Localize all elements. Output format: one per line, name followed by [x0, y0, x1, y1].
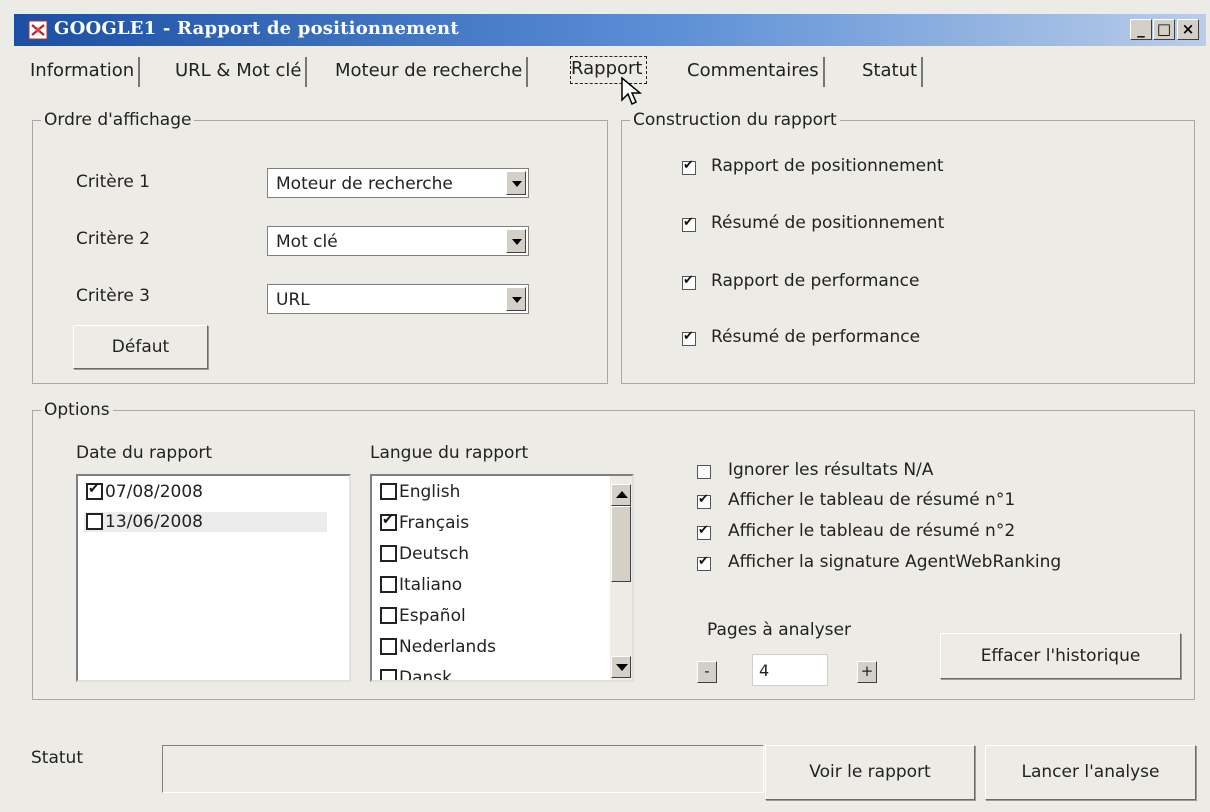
pages-decrement-button[interactable]: - — [697, 661, 717, 683]
signature-label: Afficher la signature AgentWebRanking — [728, 552, 1062, 572]
window-title: GOOGLE1 - Rapport de positionnement — [54, 18, 459, 39]
date-checkbox[interactable] — [86, 513, 103, 530]
summary-table-1-checkbox[interactable] — [697, 492, 711, 509]
language-checkbox[interactable] — [380, 545, 397, 562]
scroll-thumb[interactable] — [611, 506, 631, 582]
tab-information[interactable]: Information — [30, 57, 141, 87]
minimize-button[interactable]: _ — [1130, 19, 1152, 40]
pages-value: 4 — [759, 661, 770, 680]
report-date-label: Date du rapport — [76, 443, 213, 463]
summary-table-1-label: Afficher le tableau de résumé n°1 — [728, 490, 1016, 510]
criterion-1-label: Critère 1 — [76, 172, 151, 192]
chevron-down-icon[interactable] — [506, 287, 526, 311]
list-item[interactable]: 13/06/2008 — [84, 512, 327, 532]
pages-input[interactable]: 4 — [752, 654, 828, 686]
criterion-3-value: URL — [276, 290, 310, 310]
criterion-1-select[interactable]: Moteur de recherche — [267, 168, 529, 198]
report-positioning-label: Rapport de positionnement — [711, 156, 944, 176]
criterion-3-label: Critère 3 — [76, 286, 151, 306]
criterion-3-select[interactable]: URL — [267, 284, 529, 314]
language-checkbox[interactable] — [380, 483, 397, 500]
list-item[interactable]: English — [380, 482, 460, 502]
language-checkbox[interactable] — [380, 638, 397, 655]
list-item[interactable]: Nederlands — [380, 637, 496, 657]
summary-positioning-checkbox[interactable] — [682, 215, 696, 232]
title-bar[interactable]: GOOGLE1 - Rapport de positionnement _ □ … — [14, 14, 1206, 46]
status-field — [162, 745, 764, 793]
list-item[interactable]: Français — [380, 512, 469, 533]
report-date-list[interactable]: 07/08/2008 13/06/2008 — [76, 474, 351, 682]
tab-status[interactable]: Statut — [862, 57, 924, 87]
report-performance-label: Rapport de performance — [711, 271, 920, 291]
pages-increment-button[interactable]: + — [857, 661, 877, 683]
close-button[interactable]: × — [1177, 19, 1199, 40]
chevron-down-icon[interactable] — [506, 171, 526, 195]
tab-comments[interactable]: Commentaires — [687, 57, 825, 87]
mouse-cursor-icon — [621, 76, 643, 106]
report-positioning-checkbox[interactable] — [682, 158, 696, 175]
language-checkbox[interactable] — [380, 576, 397, 593]
tab-search-engine[interactable]: Moteur de recherche — [335, 57, 529, 87]
list-item[interactable]: Deutsch — [380, 544, 469, 564]
date-checkbox[interactable] — [86, 481, 103, 500]
criterion-2-label: Critère 2 — [76, 229, 151, 249]
pages-label: Pages à analyser — [707, 620, 851, 640]
language-checkbox[interactable] — [380, 669, 397, 680]
report-language-label: Langue du rapport — [370, 443, 529, 463]
tab-bar: Information URL & Mot clé Moteur de rech… — [30, 51, 1205, 87]
maximize-button[interactable]: □ — [1153, 19, 1175, 40]
criterion-1-value: Moteur de recherche — [276, 174, 453, 194]
report-build-legend: Construction du rapport — [633, 110, 837, 130]
language-checkbox[interactable] — [380, 607, 397, 624]
criterion-2-select[interactable]: Mot clé — [267, 226, 529, 256]
chevron-down-icon[interactable] — [506, 229, 526, 253]
summary-positioning-label: Résumé de positionnement — [711, 213, 945, 233]
display-order-legend: Ordre d'affichage — [44, 110, 192, 130]
app-icon — [28, 20, 48, 40]
tab-url-keyword[interactable]: URL & Mot clé — [175, 57, 308, 87]
window: GOOGLE1 - Rapport de positionnement _ □ … — [0, 0, 1210, 812]
run-analysis-button[interactable]: Lancer l'analyse — [985, 745, 1196, 800]
status-label: Statut — [31, 748, 83, 768]
options-legend: Options — [44, 400, 110, 420]
list-item[interactable]: Dansk — [380, 668, 452, 680]
summary-performance-checkbox[interactable] — [682, 329, 696, 346]
language-checkbox[interactable] — [380, 512, 397, 531]
summary-table-2-label: Afficher le tableau de résumé n°2 — [728, 521, 1016, 541]
scroll-down-icon[interactable] — [611, 656, 631, 678]
report-performance-checkbox[interactable] — [682, 273, 696, 290]
summary-performance-label: Résumé de performance — [711, 327, 921, 347]
summary-table-2-checkbox[interactable] — [697, 523, 711, 540]
ignore-na-checkbox[interactable] — [697, 465, 711, 479]
list-item[interactable]: Español — [380, 606, 466, 626]
report-language-list[interactable]: English Français Deutsch Italiano Españo… — [370, 474, 634, 682]
signature-checkbox[interactable] — [697, 554, 711, 571]
clear-history-button[interactable]: Effacer l'historique — [940, 633, 1181, 679]
language-scrollbar[interactable] — [610, 476, 632, 680]
list-item[interactable]: Italiano — [380, 575, 462, 595]
ignore-na-label: Ignorer les résultats N/A — [728, 460, 934, 480]
default-button[interactable]: Défaut — [73, 325, 208, 369]
list-item[interactable]: 07/08/2008 — [86, 481, 203, 502]
view-report-button[interactable]: Voir le rapport — [765, 745, 975, 800]
criterion-2-value: Mot clé — [276, 232, 338, 252]
scroll-up-icon[interactable] — [611, 484, 631, 506]
